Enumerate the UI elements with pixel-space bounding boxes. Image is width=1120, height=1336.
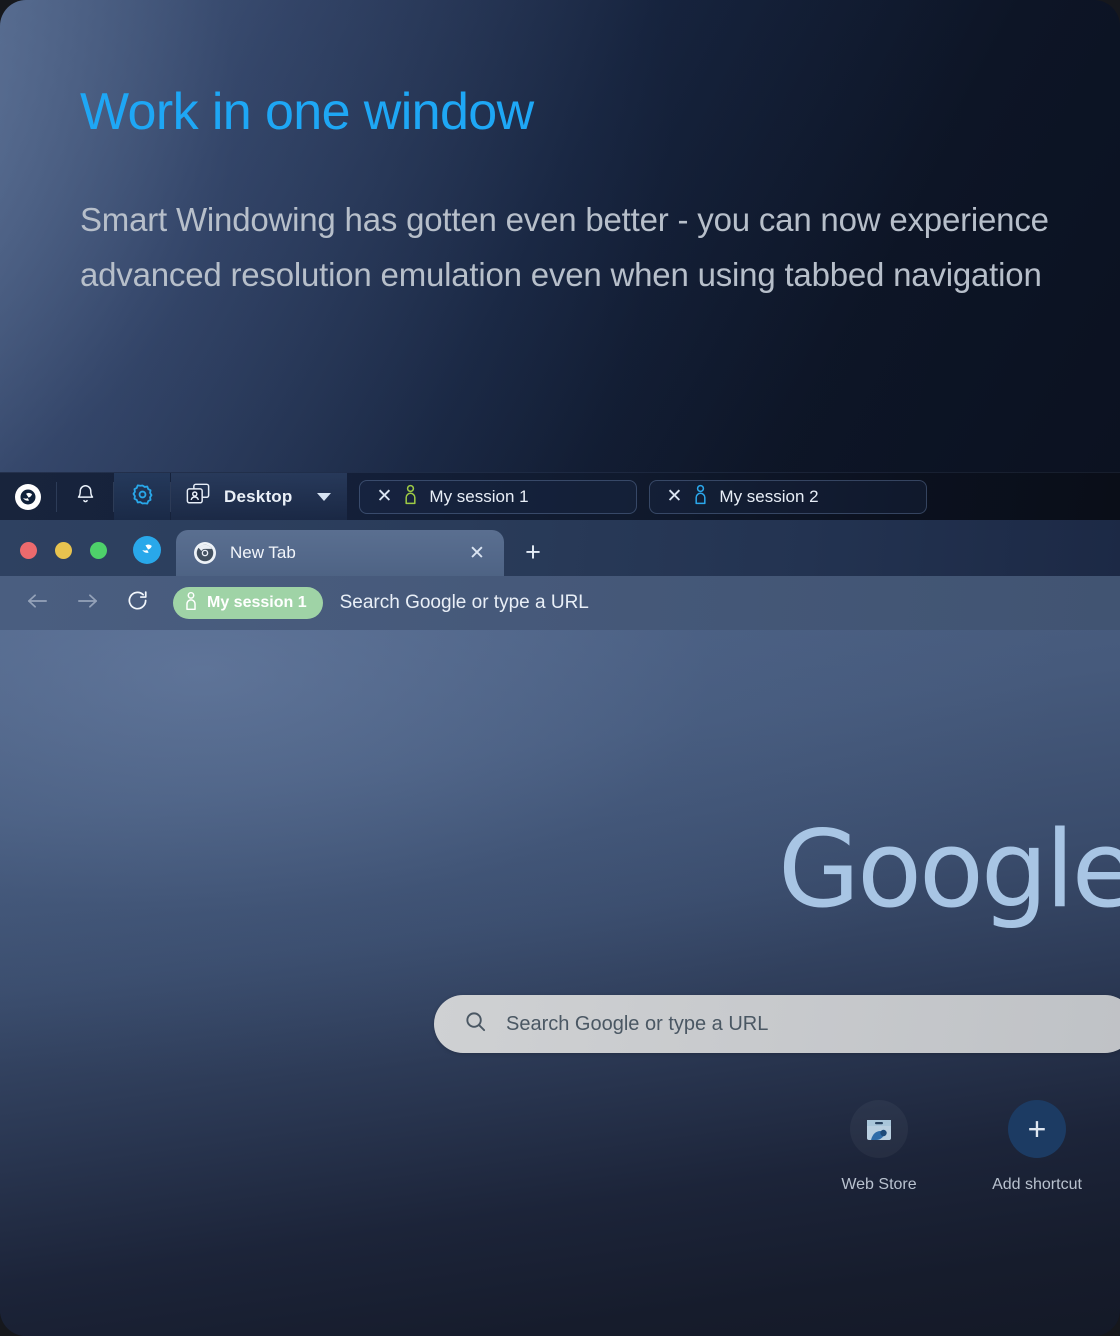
google-wordmark: Google — [778, 808, 1120, 931]
window-minimize-button[interactable] — [55, 542, 72, 559]
person-icon — [403, 484, 418, 510]
chevron-down-icon[interactable] — [317, 492, 332, 501]
search-input-placeholder: Search Google or type a URL — [506, 1012, 769, 1035]
reload-icon — [126, 589, 149, 617]
search-icon — [464, 1010, 487, 1038]
plus-icon: + — [1008, 1100, 1066, 1158]
person-icon — [184, 591, 198, 616]
close-icon[interactable]: ✕ — [376, 487, 392, 506]
browser-tab-title: New Tab — [230, 543, 296, 562]
app-swirl-logo-icon — [133, 536, 161, 564]
chrome-icon — [194, 542, 216, 564]
shortcut-label: Add shortcut — [992, 1176, 1082, 1193]
new-tab-page — [0, 630, 1120, 1336]
new-tab-button[interactable]: + — [518, 537, 548, 567]
session-tab[interactable]: ✕ My session 2 — [649, 479, 928, 514]
back-button[interactable] — [12, 578, 62, 628]
gear-icon — [131, 483, 154, 511]
session-tab[interactable]: ✕ My session 1 — [359, 479, 638, 514]
app-swirl-logo-icon — [15, 483, 41, 510]
notifications-button[interactable] — [57, 473, 113, 521]
omnibox-session-label: My session 1 — [207, 594, 307, 611]
shortcut-label: Web Store — [841, 1176, 917, 1193]
omnibox-session-chip[interactable]: My session 1 — [173, 587, 323, 619]
close-icon[interactable]: ✕ — [666, 487, 682, 506]
settings-button[interactable] — [114, 472, 170, 521]
browser-tab-new-tab[interactable]: New Tab ✕ — [176, 530, 504, 576]
close-icon[interactable]: ✕ — [464, 540, 490, 566]
window-zoom-button[interactable] — [90, 542, 107, 559]
app-toolbar: Desktop ✕ My session 1 ✕ My session 2 — [0, 472, 1120, 521]
browser-tab-strip: New Tab ✕ + — [0, 520, 1120, 576]
search-input[interactable]: Search Google or type a URL — [434, 995, 1120, 1053]
app-logo-button[interactable] — [0, 473, 56, 521]
arrow-left-icon — [26, 591, 49, 616]
omnibox[interactable]: My session 1 Search Google or type a URL — [168, 581, 1120, 625]
web-store-icon — [850, 1100, 908, 1158]
omnibox-placeholder: Search Google or type a URL — [339, 592, 589, 613]
shortcut-add[interactable]: + Add shortcut — [978, 1100, 1096, 1194]
forward-button[interactable] — [62, 578, 112, 628]
shortcut-tiles: Web Store + Add shortcut — [820, 1100, 1096, 1194]
session-tab-list: ✕ My session 1 ✕ My session 2 — [359, 479, 928, 514]
window-controls — [20, 542, 107, 576]
person-icon — [693, 484, 708, 510]
page-subtitle: Smart Windowing has gotten even better -… — [80, 201, 1049, 293]
browser-toolbar: My session 1 Search Google or type a URL — [0, 576, 1120, 630]
promo-screenshot-root: Work in one window Smart Windowing has g… — [0, 0, 1120, 1336]
workspace-label: Desktop — [224, 486, 293, 506]
shortcut-web-store[interactable]: Web Store — [820, 1100, 938, 1194]
session-tab-label: My session 2 — [719, 486, 819, 506]
window-close-button[interactable] — [20, 542, 37, 559]
session-tab-label: My session 1 — [429, 486, 529, 506]
reload-button[interactable] — [112, 578, 162, 628]
page-title: Work in one window — [80, 83, 534, 141]
arrow-right-icon — [76, 591, 99, 616]
workspace-selector[interactable]: Desktop — [171, 472, 348, 521]
bell-icon — [75, 483, 96, 511]
windows-person-stack-icon — [185, 482, 211, 511]
